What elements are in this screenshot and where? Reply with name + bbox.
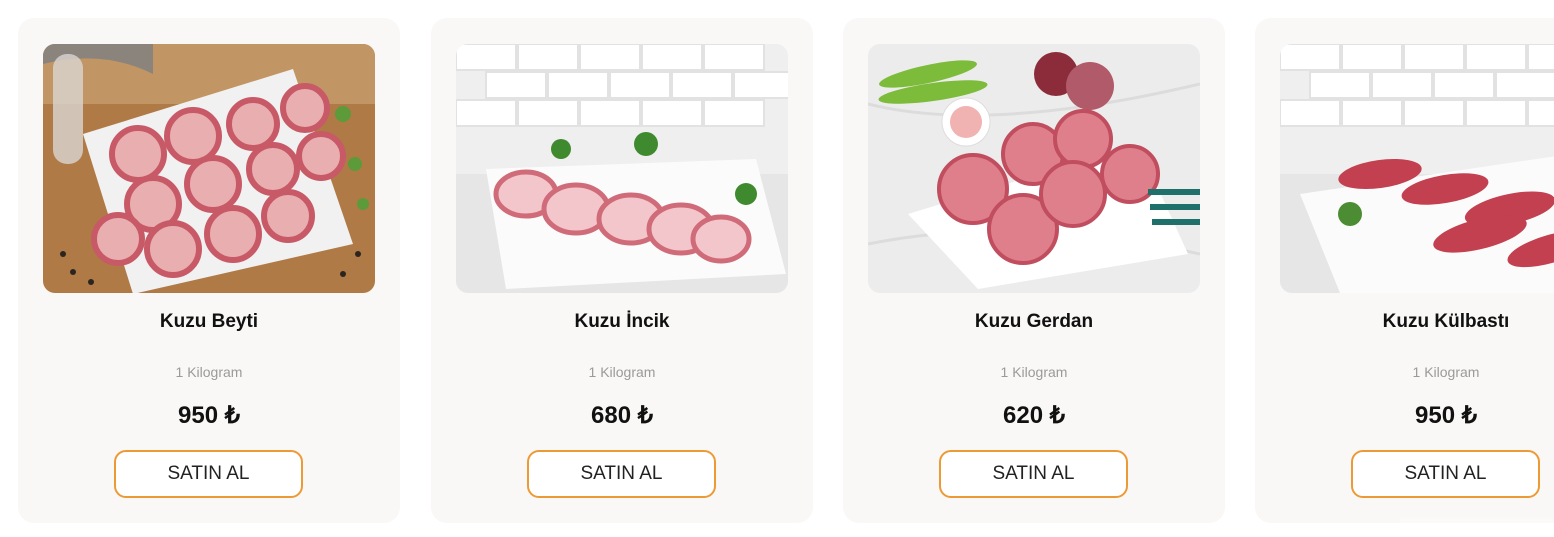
scroll-fade [1400,515,1554,537]
product-name: Kuzu İncik [574,311,670,332]
product-price: 680 ₺ [591,402,653,429]
product-unit: 1 Kilogram [1412,364,1480,380]
buy-button[interactable]: SATIN AL [1351,450,1540,498]
product-card: Kuzu Gerdan 1 Kilogram 620 ₺ SATIN AL [843,18,1225,523]
buy-button[interactable]: SATIN AL [527,450,716,498]
product-image[interactable] [1280,44,1554,293]
product-image[interactable] [43,44,375,293]
product-image[interactable] [456,44,788,293]
product-name: Kuzu Beyti [159,311,259,332]
buy-button[interactable]: SATIN AL [939,450,1128,498]
product-price: 950 ₺ [1415,402,1477,429]
product-name: Kuzu Külbastı [1382,311,1510,332]
product-name: Kuzu Gerdan [974,311,1094,332]
product-unit: 1 Kilogram [175,364,243,380]
product-price: 950 ₺ [178,402,240,429]
product-image[interactable] [868,44,1200,293]
product-price: 620 ₺ [1003,402,1065,429]
product-card: Kuzu Beyti 1 Kilogram 950 ₺ SATIN AL [18,18,400,523]
product-card: Kuzu İncik 1 Kilogram 680 ₺ SATIN AL [431,18,813,523]
product-unit: 1 Kilogram [1000,364,1068,380]
product-carousel: Kuzu Beyti 1 Kilogram 950 ₺ SATIN AL Kuz… [0,0,1554,537]
product-unit: 1 Kilogram [588,364,656,380]
product-card: Kuzu Külbastı 1 Kilogram 950 ₺ SATIN AL [1255,18,1554,523]
buy-button[interactable]: SATIN AL [114,450,303,498]
